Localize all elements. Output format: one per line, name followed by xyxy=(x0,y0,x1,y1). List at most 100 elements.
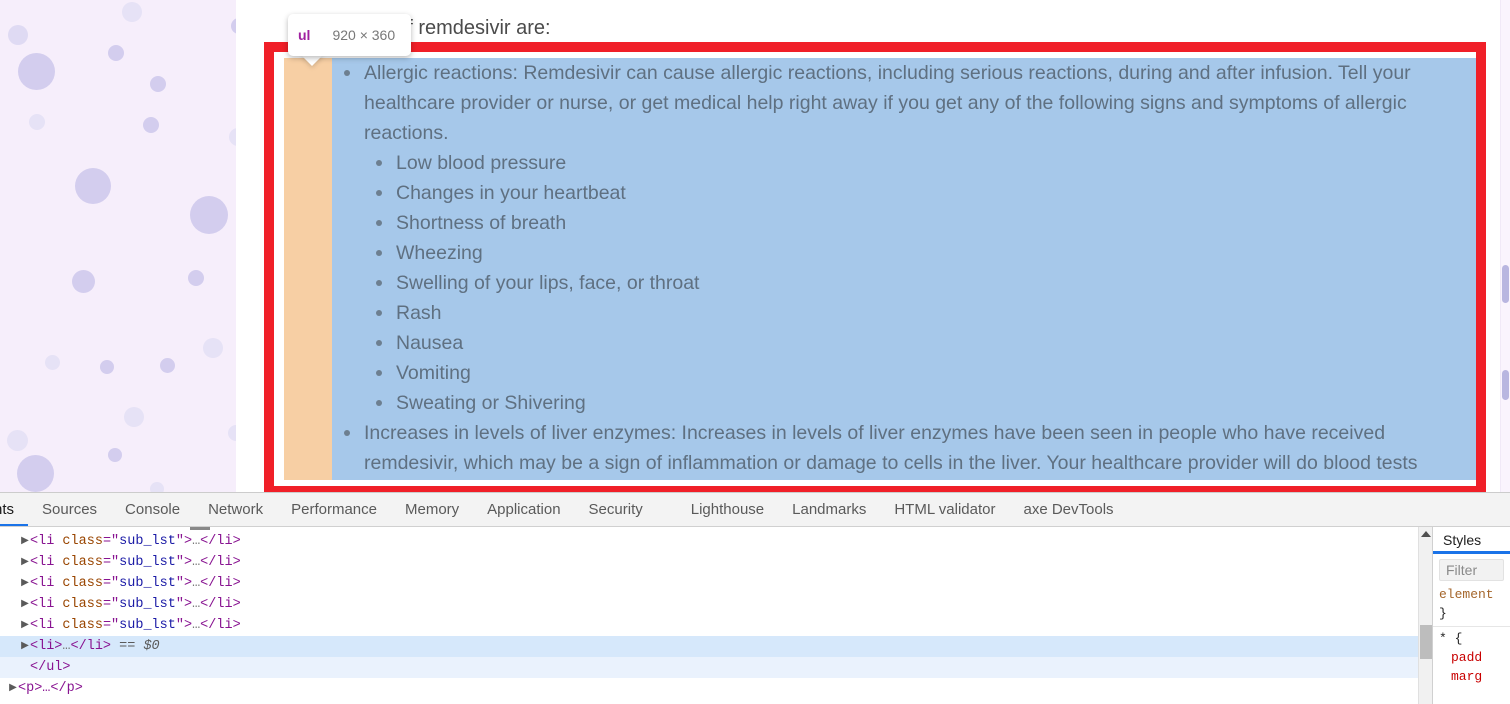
devtools-node-tooltip: ul 920 × 360 xyxy=(288,14,411,56)
tab-lighthouse[interactable]: Lighthouse xyxy=(677,493,778,526)
bullet-icon xyxy=(376,310,382,316)
bullet-icon xyxy=(376,280,382,286)
bubble-decoration xyxy=(108,448,122,462)
bubble-decoration xyxy=(122,2,142,22)
bubble-decoration xyxy=(143,117,159,133)
dom-attr-name: class xyxy=(62,618,103,633)
style-rule-divider xyxy=(1433,626,1510,627)
screen-root: effects of remdesivir are: Allergic reac… xyxy=(0,0,1510,704)
dom-tag-name: li xyxy=(38,597,55,612)
expand-arrow-icon[interactable]: ▶ xyxy=(20,552,30,573)
bullet-icon xyxy=(376,220,382,226)
list-item: Increases in levels of liver enzymes: In… xyxy=(332,418,1478,478)
bubble-decoration xyxy=(18,53,55,90)
tab-axe-devtools[interactable]: axe DevTools xyxy=(1009,493,1127,526)
style-rule-selector[interactable]: element xyxy=(1433,585,1510,604)
tab-performance[interactable]: Performance xyxy=(277,493,391,526)
bubble-decoration xyxy=(29,114,45,130)
dom-paragraph-tag: <p>…</p> xyxy=(18,681,83,696)
style-open-brace: { xyxy=(1454,631,1463,646)
bubble-decoration xyxy=(108,45,124,61)
dom-attr-name: class xyxy=(62,534,103,549)
dom-attr-name: class xyxy=(62,555,103,570)
expand-arrow-icon[interactable]: ▶ xyxy=(20,594,30,615)
tab-html-validator[interactable]: HTML validator xyxy=(880,493,1009,526)
bullet-icon xyxy=(376,370,382,376)
expand-arrow-icon[interactable]: ▶ xyxy=(20,531,30,552)
sub-list-item-text: Swelling of your lips, face, or throat xyxy=(396,272,700,294)
bubble-decoration xyxy=(100,360,114,374)
expand-arrow-icon[interactable]: ▶ xyxy=(20,615,30,636)
bubble-decoration xyxy=(150,76,166,92)
dom-attr-value: sub_lst xyxy=(119,555,176,570)
expand-arrow-icon[interactable]: ▶ xyxy=(8,678,18,699)
bullet-icon xyxy=(344,430,350,436)
styles-filter-input[interactable]: Filter xyxy=(1439,559,1504,581)
list-item-text: Allergic reactions: Remdesivir can cause… xyxy=(364,62,1411,144)
decorative-bubble-panel xyxy=(0,0,236,492)
sub-list-item: Swelling of your lips, face, or throat xyxy=(364,268,1478,298)
side-effects-list: Allergic reactions: Remdesivir can cause… xyxy=(332,58,1478,480)
dom-tree-row[interactable]: ▶<li class="sub_lst">…</li> xyxy=(0,573,1432,594)
dom-tree-row[interactable]: ▶<li class="sub_lst">…</li> xyxy=(0,552,1432,573)
page-scrollbar-thumb[interactable] xyxy=(1502,370,1509,400)
dom-selected-open: <li> xyxy=(30,639,63,654)
bubble-decoration xyxy=(7,430,28,451)
dom-tag-name-close: li xyxy=(216,597,233,612)
tab-network[interactable]: Network xyxy=(194,493,277,526)
tab-application[interactable]: Application xyxy=(473,493,574,526)
styles-tabbar: Styles xyxy=(1433,527,1510,554)
tab-memory[interactable]: Memory xyxy=(391,493,473,526)
tab-sources[interactable]: Sources xyxy=(28,493,111,526)
sub-list-item-text: Sweating or Shivering xyxy=(396,392,586,414)
bubble-decoration xyxy=(229,128,236,146)
devtools-body: ▶<li class="sub_lst">…</li> ▶<li class="… xyxy=(0,527,1510,704)
devtools-tabbar: nts Sources Console Network Performance … xyxy=(0,493,1510,527)
sub-list-item-text: Rash xyxy=(396,302,442,324)
bubble-decoration xyxy=(228,425,236,441)
list-item: Allergic reactions: Remdesivir can cause… xyxy=(332,58,1478,418)
bubble-decoration xyxy=(190,196,228,234)
dom-tag-name-close: li xyxy=(216,555,233,570)
tab-landmarks[interactable]: Landmarks xyxy=(778,493,880,526)
bubble-decoration xyxy=(8,25,28,45)
sub-list-item: Nausea xyxy=(364,328,1478,358)
dom-tag-name: li xyxy=(38,618,55,633)
tab-security[interactable]: Security xyxy=(575,493,657,526)
bubble-decoration xyxy=(75,168,111,204)
tab-console[interactable]: Console xyxy=(111,493,194,526)
bullet-icon xyxy=(376,160,382,166)
dom-attr-value: sub_lst xyxy=(119,597,176,612)
dom-attr-name: class xyxy=(62,597,103,612)
style-rule-universal[interactable]: * { xyxy=(1433,629,1510,648)
bullet-icon xyxy=(376,250,382,256)
style-property-padding[interactable]: padd xyxy=(1433,648,1510,667)
tooltip-tag-name: ul xyxy=(298,27,311,43)
dom-tag-name-close: li xyxy=(216,534,233,549)
sub-list-item: Rash xyxy=(364,298,1478,328)
dom-tree[interactable]: ▶<li class="sub_lst">…</li> ▶<li class="… xyxy=(0,527,1432,704)
dom-tree-row[interactable]: ▶<li class="sub_lst">…</li> xyxy=(0,615,1432,636)
tab-elements[interactable]: nts xyxy=(0,493,29,526)
sub-list: Low blood pressure Changes in your heart… xyxy=(364,148,1478,418)
dom-tag-name: li xyxy=(38,534,55,549)
expand-arrow-icon[interactable]: ▶ xyxy=(20,636,30,657)
sub-list-item-text: Wheezing xyxy=(396,242,483,264)
dom-tree-row-closing-ul[interactable]: </ul> xyxy=(0,657,1432,678)
page-scrollbar[interactable] xyxy=(1500,0,1510,492)
style-property-margin[interactable]: marg xyxy=(1433,667,1510,686)
dom-tree-scrollbar[interactable] xyxy=(1418,527,1432,704)
page-scrollbar-thumb[interactable] xyxy=(1502,265,1509,303)
dom-tree-row[interactable]: ▶<li class="sub_lst">…</li> xyxy=(0,531,1432,552)
sub-list-item-text: Changes in your heartbeat xyxy=(396,182,626,204)
dom-tag-name: li xyxy=(38,555,55,570)
tab-styles[interactable]: Styles xyxy=(1433,527,1510,554)
devtools-element-highlight: Allergic reactions: Remdesivir can cause… xyxy=(284,58,1478,480)
sub-list-item-text: Shortness of breath xyxy=(396,212,567,234)
scroll-up-arrow-icon[interactable] xyxy=(1421,531,1431,537)
dom-tree-row-selected[interactable]: ▶<li>…</li> == $0 xyxy=(0,636,1432,657)
expand-arrow-icon[interactable]: ▶ xyxy=(20,573,30,594)
dom-tree-row[interactable]: ▶<p>…</p> xyxy=(0,678,1432,699)
dom-tree-scrollbar-thumb[interactable] xyxy=(1420,625,1432,659)
dom-tree-row[interactable]: ▶<li class="sub_lst">…</li> xyxy=(0,594,1432,615)
